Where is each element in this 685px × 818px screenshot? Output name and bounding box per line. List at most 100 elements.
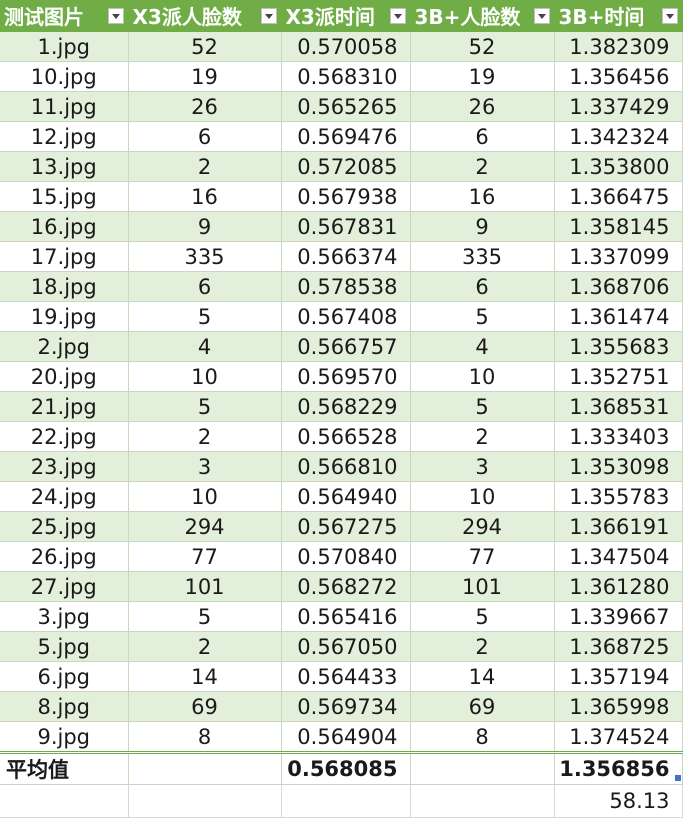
pi-time-cell[interactable]: 1.333403 <box>554 421 683 452</box>
x3-time-cell[interactable]: 0.578538 <box>281 271 411 302</box>
x3-faces-cell[interactable]: 6 <box>128 271 282 302</box>
pi-time-cell[interactable]: 1.366191 <box>554 511 683 542</box>
x3-time-cell[interactable]: 0.572085 <box>281 151 411 182</box>
pi-faces-cell[interactable]: 19 <box>410 61 555 92</box>
x3-time-cell[interactable]: 0.569734 <box>281 691 411 722</box>
image-name-cell[interactable]: 10.jpg <box>0 61 129 92</box>
pi-faces-cell[interactable]: 4 <box>410 331 555 362</box>
pi-time-cell[interactable]: 1.361474 <box>554 301 683 332</box>
x3-time-cell[interactable]: 0.567831 <box>281 211 411 242</box>
x3-faces-cell[interactable]: 10 <box>128 361 282 392</box>
x3-faces-cell[interactable]: 69 <box>128 691 282 722</box>
pi-faces-cell[interactable]: 26 <box>410 91 555 122</box>
x3-faces-cell[interactable]: 10 <box>128 481 282 512</box>
x3-time-cell[interactable]: 0.567938 <box>281 181 411 212</box>
pi-faces-cell[interactable]: 14 <box>410 661 555 692</box>
image-name-cell[interactable]: 22.jpg <box>0 421 129 452</box>
pi-faces-cell[interactable]: 2 <box>410 151 555 182</box>
pi-faces-cell[interactable]: 2 <box>410 631 555 662</box>
x3-faces-cell[interactable]: 16 <box>128 181 282 212</box>
x3-faces-cell[interactable]: 2 <box>128 631 282 662</box>
pi-faces-cell[interactable]: 16 <box>410 181 555 212</box>
extra-value-cell[interactable]: 58.13 <box>554 784 683 818</box>
pi-faces-cell[interactable]: 10 <box>410 361 555 392</box>
pi-faces-cell[interactable]: 69 <box>410 691 555 722</box>
x3-faces-cell[interactable]: 4 <box>128 331 282 362</box>
x3-time-cell[interactable]: 0.565265 <box>281 91 411 122</box>
x3-time-cell[interactable]: 0.564904 <box>281 721 411 753</box>
filter-dropdown-icon[interactable] <box>107 8 124 24</box>
image-name-cell[interactable]: 18.jpg <box>0 271 129 302</box>
average-x3-time-cell[interactable]: 0.568085 <box>281 751 411 785</box>
pi-faces-cell[interactable]: 6 <box>410 121 555 152</box>
image-name-cell[interactable]: 27.jpg <box>0 571 129 602</box>
pi-time-cell[interactable]: 1.365998 <box>554 691 683 722</box>
pi-time-cell[interactable]: 1.382309 <box>554 31 683 62</box>
x3-time-cell[interactable]: 0.567275 <box>281 511 411 542</box>
pi-faces-cell[interactable]: 2 <box>410 421 555 452</box>
x3-faces-cell[interactable]: 335 <box>128 241 282 272</box>
image-name-cell[interactable]: 19.jpg <box>0 301 129 332</box>
pi-time-cell[interactable]: 1.337429 <box>554 91 683 122</box>
image-name-cell[interactable]: 17.jpg <box>0 241 129 272</box>
filter-dropdown-icon[interactable] <box>533 8 550 24</box>
x3-faces-cell[interactable]: 5 <box>128 391 282 422</box>
x3-time-cell[interactable]: 0.565416 <box>281 601 411 632</box>
header-cell[interactable]: X3派时间 <box>281 0 411 32</box>
x3-time-cell[interactable]: 0.566528 <box>281 421 411 452</box>
image-name-cell[interactable]: 8.jpg <box>0 691 129 722</box>
pi-faces-cell[interactable]: 77 <box>410 541 555 572</box>
pi-faces-cell[interactable]: 52 <box>410 31 555 62</box>
pi-faces-cell[interactable]: 8 <box>410 721 555 753</box>
table-cell[interactable] <box>128 784 282 818</box>
pi-faces-cell[interactable]: 101 <box>410 571 555 602</box>
x3-time-cell[interactable]: 0.568272 <box>281 571 411 602</box>
image-name-cell[interactable]: 3.jpg <box>0 601 129 632</box>
x3-time-cell[interactable]: 0.568229 <box>281 391 411 422</box>
image-name-cell[interactable]: 6.jpg <box>0 661 129 692</box>
pi-time-cell[interactable]: 1.366475 <box>554 181 683 212</box>
pi-time-cell[interactable]: 1.357194 <box>554 661 683 692</box>
image-name-cell[interactable]: 15.jpg <box>0 181 129 212</box>
x3-time-cell[interactable]: 0.568310 <box>281 61 411 92</box>
x3-time-cell[interactable]: 0.564433 <box>281 661 411 692</box>
image-name-cell[interactable]: 21.jpg <box>0 391 129 422</box>
fill-handle[interactable] <box>675 775 681 781</box>
pi-time-cell[interactable]: 1.368725 <box>554 631 683 662</box>
x3-time-cell[interactable]: 0.567408 <box>281 301 411 332</box>
pi-faces-cell[interactable]: 3 <box>410 451 555 482</box>
x3-faces-cell[interactable]: 2 <box>128 421 282 452</box>
pi-time-cell[interactable]: 1.355783 <box>554 481 683 512</box>
pi-time-cell[interactable]: 1.352751 <box>554 361 683 392</box>
pi-faces-cell[interactable]: 335 <box>410 241 555 272</box>
image-name-cell[interactable]: 20.jpg <box>0 361 129 392</box>
filter-dropdown-icon[interactable] <box>661 8 678 24</box>
x3-faces-cell[interactable]: 294 <box>128 511 282 542</box>
x3-faces-cell[interactable]: 52 <box>128 31 282 62</box>
pi-time-cell[interactable]: 1.358145 <box>554 211 683 242</box>
image-name-cell[interactable]: 2.jpg <box>0 331 129 362</box>
image-name-cell[interactable]: 25.jpg <box>0 511 129 542</box>
pi-time-cell[interactable]: 1.356456 <box>554 61 683 92</box>
image-name-cell[interactable]: 12.jpg <box>0 121 129 152</box>
x3-faces-cell[interactable]: 3 <box>128 451 282 482</box>
x3-faces-cell[interactable]: 19 <box>128 61 282 92</box>
image-name-cell[interactable]: 23.jpg <box>0 451 129 482</box>
table-cell[interactable] <box>281 784 411 818</box>
x3-time-cell[interactable]: 0.570058 <box>281 31 411 62</box>
image-name-cell[interactable]: 1.jpg <box>0 31 129 62</box>
pi-time-cell[interactable]: 1.337099 <box>554 241 683 272</box>
image-name-cell[interactable]: 5.jpg <box>0 631 129 662</box>
pi-time-cell[interactable]: 1.342324 <box>554 121 683 152</box>
header-cell[interactable]: 3B+人脸数 <box>410 0 555 32</box>
x3-faces-cell[interactable]: 26 <box>128 91 282 122</box>
x3-time-cell[interactable]: 0.570840 <box>281 541 411 572</box>
pi-time-cell[interactable]: 1.361280 <box>554 571 683 602</box>
pi-time-cell[interactable]: 1.353098 <box>554 451 683 482</box>
x3-faces-cell[interactable]: 6 <box>128 121 282 152</box>
image-name-cell[interactable]: 16.jpg <box>0 211 129 242</box>
image-name-cell[interactable]: 26.jpg <box>0 541 129 572</box>
image-name-cell[interactable]: 11.jpg <box>0 91 129 122</box>
image-name-cell[interactable]: 13.jpg <box>0 151 129 182</box>
filter-dropdown-icon[interactable] <box>389 8 406 24</box>
